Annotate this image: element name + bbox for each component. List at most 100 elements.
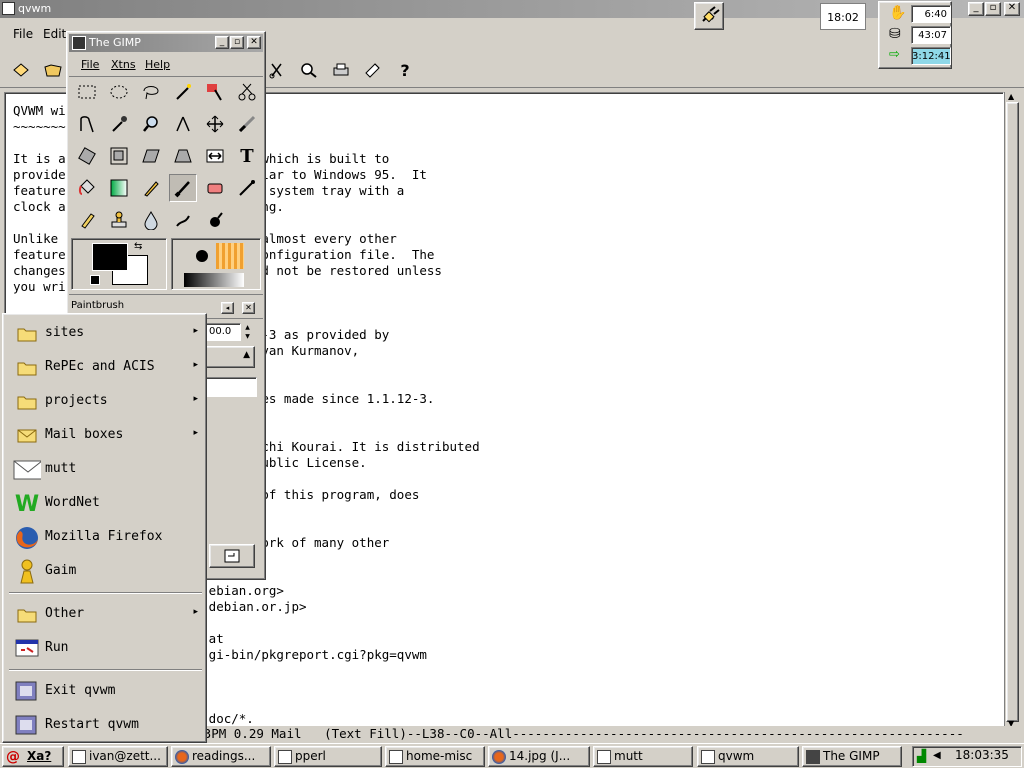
clone-stamp-icon[interactable] [105,206,133,234]
taskbar-task-4[interactable]: home-misc [385,746,485,767]
gimp-titlebar[interactable]: The GIMP _ ▫ ✕ [69,34,263,52]
blur-icon[interactable] [137,206,165,234]
start-menu-item-label: RePEc and ACIS [45,359,155,374]
crop-knife-icon[interactable] [233,110,261,138]
start-menu-item-sites[interactable]: sites ▸ [7,318,204,348]
taskbar-task-1[interactable]: ivan@zett... [68,746,168,767]
start-menu-item-other[interactable]: Other ▸ [7,599,204,629]
select-by-color-icon[interactable] [201,78,229,106]
scroll-up-icon[interactable]: ▲ [1008,92,1014,101]
color-picker-icon[interactable] [105,110,133,138]
paint-mode-dropdown[interactable]: ▲ [205,346,255,368]
taskbar-task-8[interactable]: The GIMP [802,746,902,767]
network-graph-icon[interactable]: ▟ [917,749,926,763]
shear-icon[interactable] [137,142,165,170]
text-tool-icon[interactable]: T [233,142,261,170]
menu-edit[interactable]: Edit [43,27,66,41]
power-plug-icon[interactable] [694,2,724,30]
taskbar-task-3[interactable]: pperl [274,746,382,767]
gimp-menu-xtns[interactable]: Xtns [111,58,136,71]
gradient-preview-icon[interactable] [184,273,244,287]
airbrush-icon[interactable] [233,174,261,202]
gimp-app-icon[interactable] [72,36,86,50]
scale-icon[interactable] [105,142,133,170]
paths-icon[interactable] [73,110,101,138]
maximize-button[interactable]: ▫ [985,2,1001,16]
cut-icon[interactable] [264,57,290,83]
tool-options-reset-icon[interactable]: ◂ [221,302,234,314]
dodge-burn-icon[interactable] [201,206,229,234]
scissors-icon[interactable] [233,78,261,106]
submenu-arrow-icon: ▸ [193,607,198,617]
scrollbar-thumb[interactable] [1006,102,1019,722]
gimp-menu-file[interactable]: File [81,58,99,71]
minimize-button[interactable]: _ [968,2,984,16]
print-icon[interactable] [328,57,354,83]
menu-file[interactable]: File [13,27,33,41]
search-icon[interactable] [296,57,322,83]
pencil-icon[interactable] [137,174,165,202]
rotate-icon[interactable] [73,142,101,170]
taskbar-clock[interactable]: 18:03:35 [955,748,1009,762]
start-menu-item-wordnet[interactable]: W WordNet [7,488,204,518]
start-menu-item-mutt[interactable]: mutt [7,454,204,484]
vertical-scrollbar[interactable]: ▲ ▼ [1004,92,1020,728]
mail-compose-icon[interactable] [360,57,386,83]
paintbrush-icon[interactable] [169,174,197,202]
dropdown-arrow-icon[interactable]: ▲ [243,350,250,360]
ink-icon[interactable] [73,206,101,234]
lasso-icon[interactable] [137,78,165,106]
plug-in-icon: ⇨ [889,47,900,62]
gimp-minimize-button[interactable]: _ [215,36,229,49]
start-button[interactable]: @ Xa? [2,746,64,767]
measure-icon[interactable] [169,110,197,138]
gimp-close-button[interactable]: ✕ [247,36,261,49]
swap-colors-icon[interactable]: ⇆ [134,241,142,252]
start-menu-item-restart-qvwm[interactable]: Restart qvwm [7,710,204,740]
start-menu-item-projects[interactable]: projects ▸ [7,386,204,416]
eraser-icon[interactable] [201,174,229,202]
blend-icon[interactable] [105,174,133,202]
taskbar-task-7[interactable]: qvwm [697,746,799,767]
brush-size-field[interactable] [205,377,257,397]
move-icon[interactable] [201,110,229,138]
ellipse-select-icon[interactable] [105,78,133,106]
top-clock: 18:02 [820,3,866,30]
start-menu-item-mail-boxes[interactable]: Mail boxes ▸ [7,420,204,450]
close-button[interactable]: ✕ [1004,2,1020,16]
start-menu-item-repec-and-acis[interactable]: RePEc and ACIS ▸ [7,352,204,382]
smudge-icon[interactable] [169,206,197,234]
rect-select-icon[interactable] [73,78,101,106]
taskbar-task-5[interactable]: 14.jpg (J... [488,746,590,767]
start-menu-item-gaim[interactable]: Gaim [7,556,204,586]
window-app-icon[interactable] [2,2,15,15]
pattern-preview-icon[interactable] [216,243,244,269]
open-folder-icon[interactable] [40,57,66,83]
taskbar-task-label: qvwm [718,749,755,763]
perspective-icon[interactable] [169,142,197,170]
start-menu-item-run[interactable]: Run [7,633,204,663]
submenu-arrow-icon: ▸ [193,428,198,438]
start-menu-item-label: projects [45,393,108,408]
gimp-menu-help[interactable]: Help [145,58,170,71]
opacity-spinbox[interactable]: 00.0 [205,323,241,341]
magic-wand-icon[interactable] [169,78,197,106]
tool-options-close-icon[interactable]: ✕ [242,302,255,314]
start-menu-item-mozilla-firefox[interactable]: Mozilla Firefox [7,522,204,552]
flip-icon[interactable] [201,142,229,170]
start-menu-item-exit-qvwm[interactable]: Exit qvwm [7,676,204,706]
gimp-maximize-button[interactable]: ▫ [230,36,244,49]
help-icon[interactable]: ? [392,57,418,83]
brush-preview-icon[interactable] [196,250,208,262]
restore-defaults-button[interactable] [209,544,255,568]
main-window-titlebar[interactable]: qvwm [0,0,1024,18]
bucket-fill-icon[interactable] [73,174,101,202]
default-colors-icon[interactable] [90,275,100,285]
spin-arrows-icon[interactable]: ▲ ▼ [242,323,253,341]
foreground-color-swatch[interactable] [92,243,128,271]
speaker-icon[interactable]: ◀ [933,750,941,761]
taskbar-task-2[interactable]: readings... [171,746,271,767]
taskbar-task-6[interactable]: mutt [593,746,693,767]
new-file-icon[interactable] [8,57,34,83]
zoom-icon[interactable] [137,110,165,138]
